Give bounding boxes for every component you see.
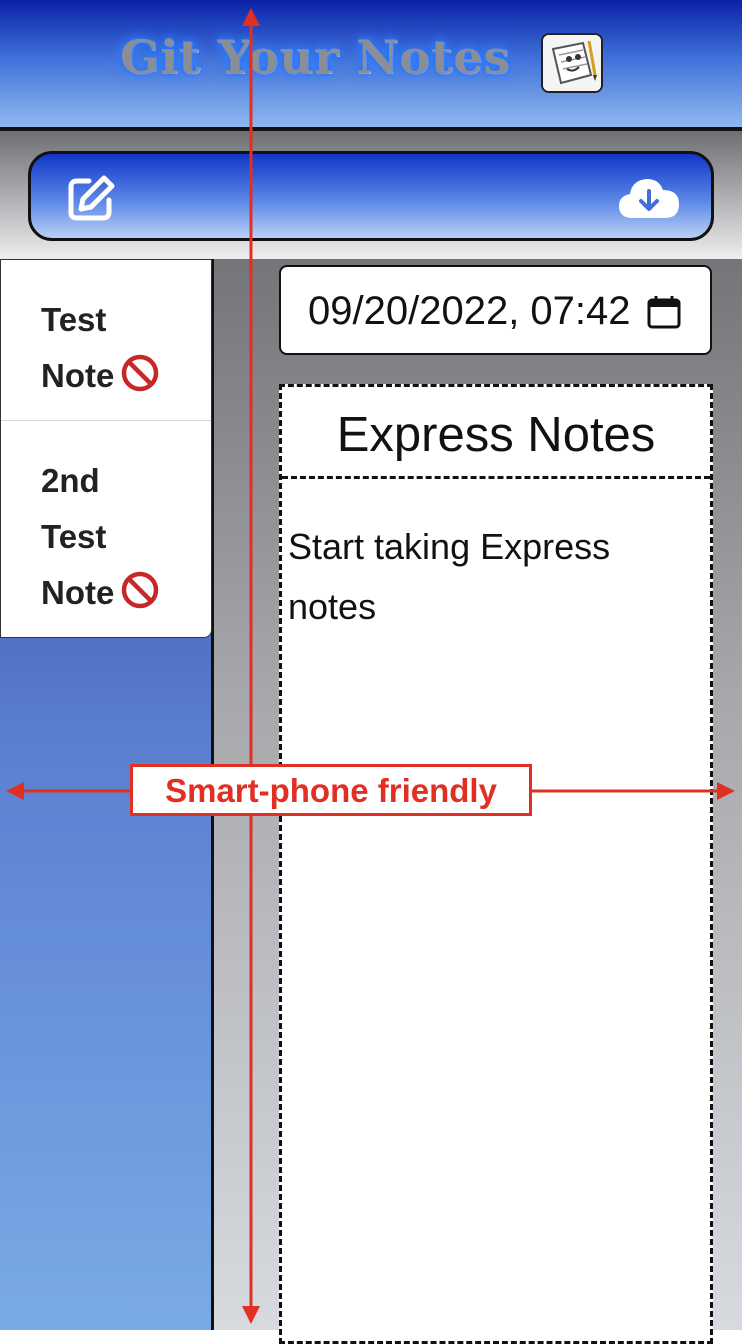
delete-note-icon[interactable] xyxy=(120,570,160,610)
cloud-download-icon[interactable] xyxy=(617,174,681,222)
date-input[interactable]: 09/20/2022, 07:42 xyxy=(279,265,712,355)
calendar-icon[interactable] xyxy=(647,295,681,329)
annotation-label: Smart-phone friendly xyxy=(130,764,532,816)
list-item-note-1[interactable]: Test Note xyxy=(1,260,211,421)
note-title-input[interactable]: Express Notes xyxy=(282,387,710,479)
note-title-line: Note xyxy=(41,574,115,611)
delete-note-icon[interactable] xyxy=(120,353,160,393)
note-title-line: Note xyxy=(41,357,115,394)
note-title-line: Test xyxy=(41,301,107,338)
note-title-line: 2nd xyxy=(41,462,100,499)
toolbar xyxy=(28,151,714,241)
note-title-line: Test xyxy=(41,518,107,555)
list-item-note-2[interactable]: 2nd Test Note xyxy=(1,421,211,637)
note-editor: Express Notes Start taking Express notes xyxy=(279,384,713,1344)
note-body-textarea[interactable]: Start taking Express notes xyxy=(288,517,698,637)
note-list: Test Note 2nd Test Note xyxy=(0,259,212,638)
app-header: Git Your Notes xyxy=(0,0,742,131)
edit-icon[interactable] xyxy=(67,175,115,221)
date-value: 09/20/2022, 07:42 xyxy=(308,289,631,333)
logo-icon xyxy=(541,33,603,93)
app-title: Git Your Notes xyxy=(120,30,511,84)
